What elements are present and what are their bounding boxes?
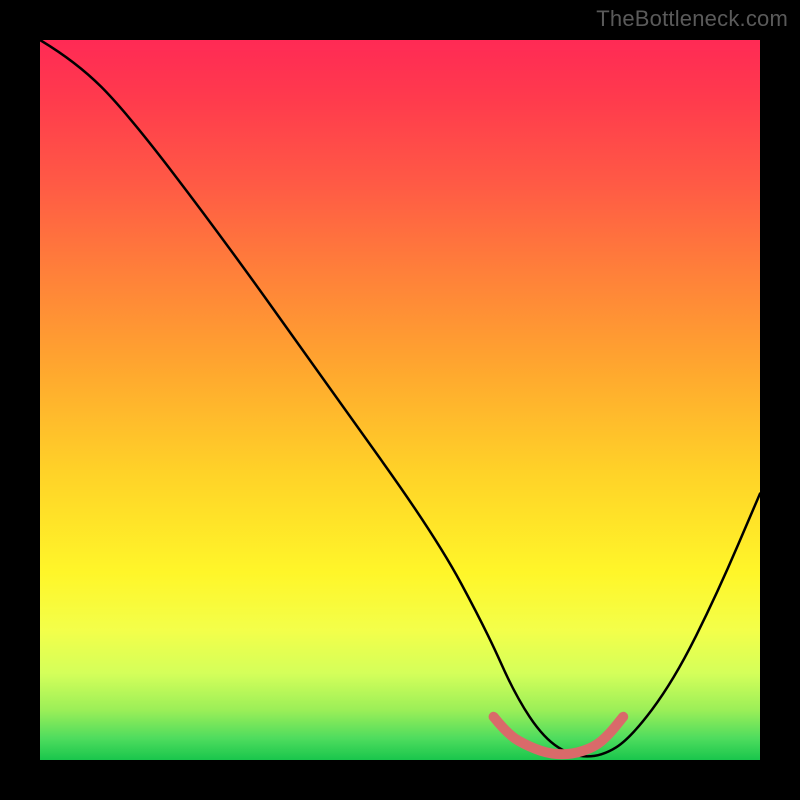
- curve-layer: [40, 40, 760, 760]
- plot-area: [40, 40, 760, 760]
- watermark-text: TheBottleneck.com: [596, 6, 788, 32]
- chart-frame: TheBottleneck.com: [0, 0, 800, 800]
- bottleneck-curve-path: [40, 40, 760, 756]
